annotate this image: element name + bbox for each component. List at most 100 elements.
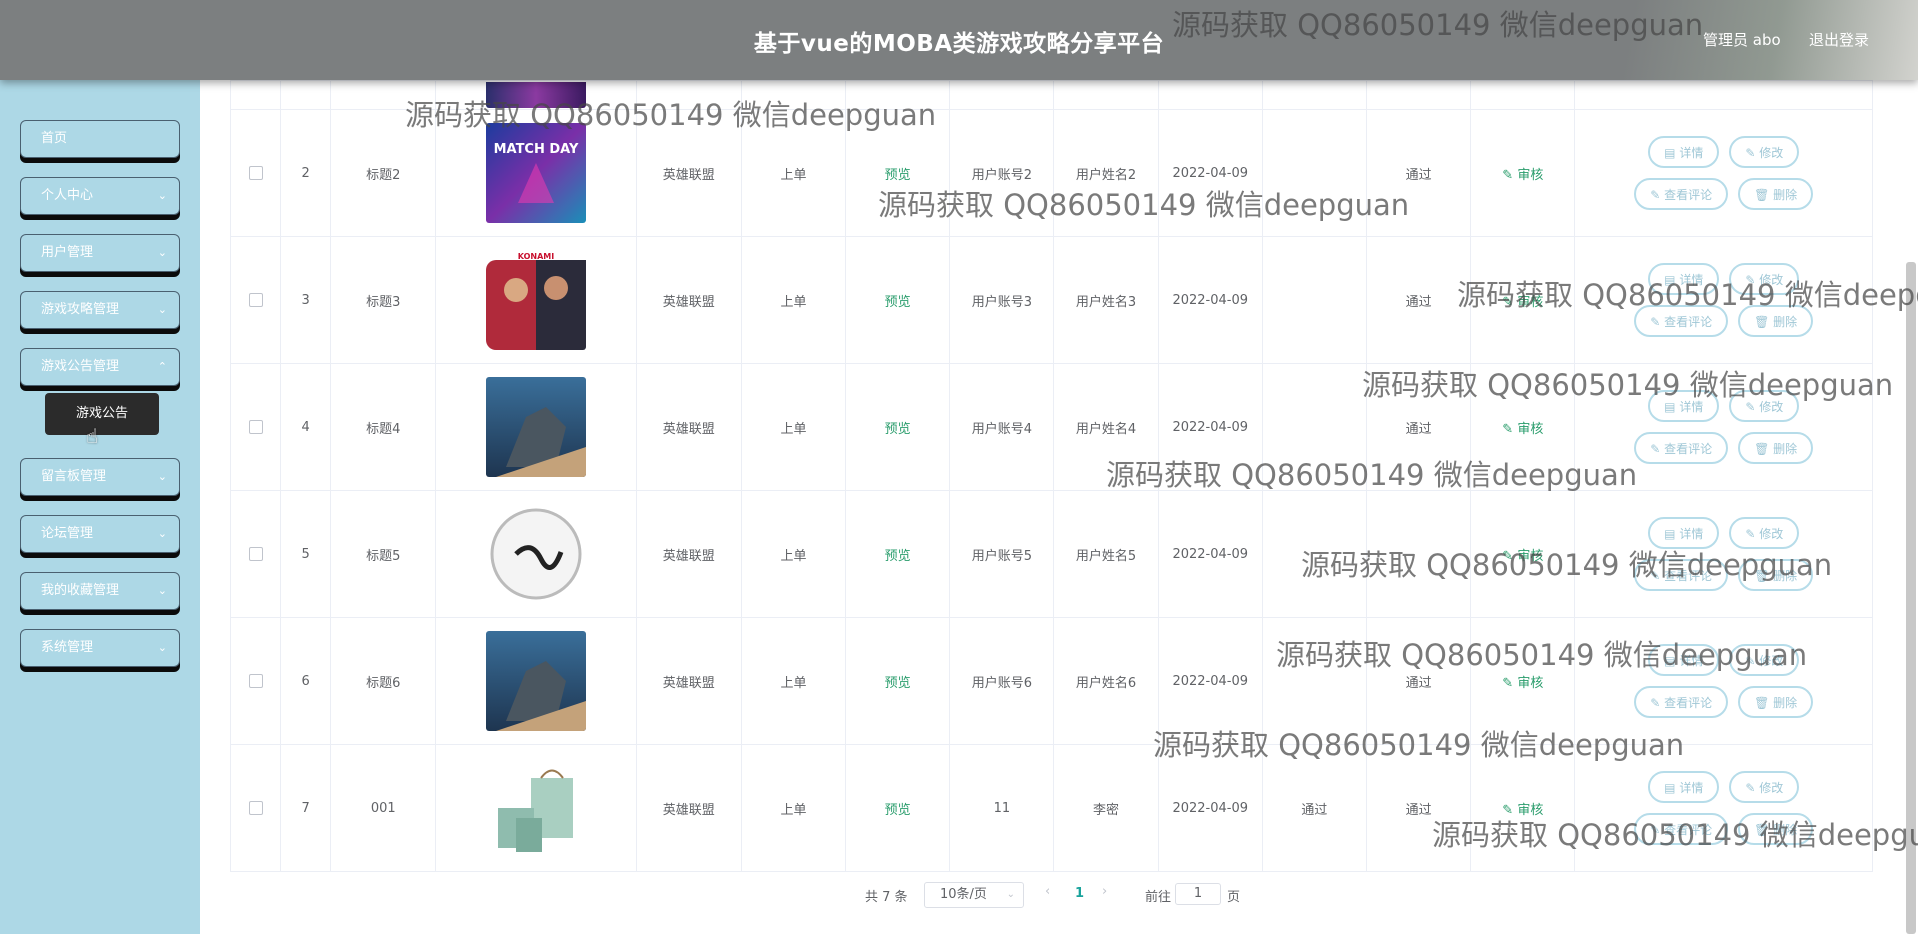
edit-button[interactable]: ✎ 修改 [1729,390,1800,422]
view-comments-button[interactable]: ✎ 查看评论 [1634,432,1729,464]
edit-icon: ✎ [1650,442,1661,456]
page-number[interactable]: 1 [1075,886,1084,901]
row-title: 标题4 [330,363,437,491]
edit-button[interactable]: ✎ 修改 [1729,517,1800,549]
sidebar-item-label: 留言板管理 [41,469,107,484]
sidebar-item-message-board[interactable]: 留言板管理 ⌄ [20,458,180,496]
edit-icon: ✎ [1502,294,1514,310]
row-type: 上单 [740,490,847,618]
vertical-scrollbar[interactable] [1906,262,1916,934]
row-category: 英雄联盟 [635,744,742,872]
sidebar-item-forum[interactable]: 论坛管理 ⌄ [20,515,180,553]
row-checkbox[interactable] [248,801,263,815]
detail-button[interactable]: ▤ 详情 [1648,136,1720,168]
audit-label: 审核 [1517,675,1544,691]
row-category: 英雄联盟 [635,617,742,745]
row-checkbox[interactable] [248,166,263,180]
edit-icon: ✎ [1650,315,1661,329]
button-label: 详情 [1679,781,1704,795]
sidebar-item-favorites[interactable]: 我的收藏管理 ⌄ [20,572,180,610]
sidebar-item-guide-management[interactable]: 游戏攻略管理 ⌄ [20,291,180,329]
button-label: 修改 [1759,400,1784,414]
document-icon: ▤ [1664,654,1676,668]
preview-link[interactable]: 预览 [885,422,911,437]
view-comments-button[interactable]: ✎ 查看评论 [1634,813,1729,845]
delete-button[interactable]: 🗑 删除 [1738,432,1814,464]
detail-button[interactable]: ▤ 详情 [1648,771,1720,803]
sidebar-item-system[interactable]: 系统管理 ⌄ [20,629,180,667]
row-index: 7 [280,744,332,872]
prev-page-icon[interactable]: ‹ [1045,884,1050,899]
thumbnail-image: KONAMI [486,250,587,350]
audit-link[interactable]: ✎ 审核 [1502,422,1543,437]
detail-button[interactable]: ▤ 详情 [1648,390,1720,422]
delete-button[interactable]: 🗑 删除 [1738,686,1814,718]
table-row: 5 标题5 英雄联盟 上单 预览 用户账号5 用户姓名5 2022-04-09 ✎ 审核 ▤ 详情… [229,490,1873,618]
audit-link[interactable]: ✎ 审核 [1502,549,1543,564]
page-size-select[interactable]: 10条/页 ⌄ [924,882,1024,908]
audit-label: 审核 [1517,294,1544,310]
logout-button[interactable]: 退出登录 [1809,29,1869,50]
next-page-icon[interactable]: › [1102,884,1107,899]
row-index: 5 [280,490,332,618]
row-category: 英雄联盟 [635,490,742,618]
sidebar-item-user-management[interactable]: 用户管理 ⌄ [20,234,180,272]
view-comments-button[interactable]: ✎ 查看评论 [1634,559,1729,591]
chevron-down-icon: ⌄ [157,527,167,540]
row-name: 用户姓名4 [1053,363,1159,491]
table-row: 6 标题6 英雄联盟 上单 预览 用户账号6 用户姓名6 2022-04-09 通过 ✎ 审核 ▤ … [229,617,1873,745]
audit-link[interactable]: ✎ 审核 [1502,295,1543,310]
row-checkbox[interactable] [248,420,263,434]
document-icon: ▤ [1664,273,1676,287]
goto-page-input[interactable]: 1 [1175,883,1221,905]
detail-button[interactable]: ▤ 详情 [1648,517,1720,549]
edit-icon: ✎ [1502,167,1514,183]
row-date: 2022-04-09 [1157,617,1263,745]
delete-button[interactable]: 🗑 删除 [1738,813,1814,845]
sidebar-item-announcement-management[interactable]: 游戏公告管理 ⌃ [20,348,180,386]
audit-link[interactable]: ✎ 审核 [1502,168,1543,183]
row-status [1261,236,1368,364]
row-audit-status: 通过 [1366,236,1472,364]
submenu-item-game-announcement[interactable]: 游戏公告 [45,393,159,435]
row-index: 6 [280,617,332,745]
table-row: 4 标题4 英雄联盟 上单 预览 用户账号4 用户姓名4 2022-04-09 通过 ✎ 审核 ▤ … [229,363,1873,491]
audit-link[interactable]: ✎ 审核 [1502,803,1543,818]
row-audit-status: 通过 [1366,617,1472,745]
thumbnail-image [486,504,587,604]
row-checkbox[interactable] [248,547,263,561]
table-row [229,80,1873,110]
button-label: 修改 [1759,781,1784,795]
view-comments-button[interactable]: ✎ 查看评论 [1634,178,1729,210]
row-status [1261,109,1368,237]
button-label: 删除 [1773,696,1798,710]
edit-button[interactable]: ✎ 修改 [1729,136,1800,168]
edit-button[interactable]: ✎ 修改 [1729,263,1800,295]
chevron-down-icon: ⌄ [1006,889,1015,900]
view-comments-button[interactable]: ✎ 查看评论 [1634,686,1729,718]
sidebar-item-home[interactable]: 首页 [20,120,180,158]
view-comments-button[interactable]: ✎ 查看评论 [1634,305,1729,337]
thumbnail-image: MATCH DAY [486,123,587,223]
row-name: 用户姓名6 [1053,617,1159,745]
row-audit-status: 通过 [1366,744,1472,872]
row-checkbox[interactable] [248,293,263,307]
sidebar-item-personal-center[interactable]: 个人中心 ⌄ [20,177,180,215]
detail-button[interactable]: ▤ 详情 [1648,644,1720,676]
delete-button[interactable]: 🗑 删除 [1738,305,1814,337]
row-checkbox[interactable] [248,674,263,688]
button-label: 修改 [1759,273,1784,287]
preview-link[interactable]: 预览 [885,549,911,564]
preview-link[interactable]: 预览 [885,676,911,691]
preview-link[interactable]: 预览 [885,168,911,183]
audit-link[interactable]: ✎ 审核 [1502,676,1543,691]
delete-button[interactable]: 🗑 删除 [1738,559,1814,591]
edit-button[interactable]: ✎ 修改 [1729,771,1800,803]
edit-button[interactable]: ✎ 修改 [1729,644,1800,676]
sidebar-item-label: 个人中心 [41,188,94,203]
preview-link[interactable]: 预览 [885,295,911,310]
delete-button[interactable]: 🗑 删除 [1738,178,1814,210]
chevron-down-icon: ⌄ [157,303,167,316]
preview-link[interactable]: 预览 [885,803,911,818]
detail-button[interactable]: ▤ 详情 [1648,263,1720,295]
